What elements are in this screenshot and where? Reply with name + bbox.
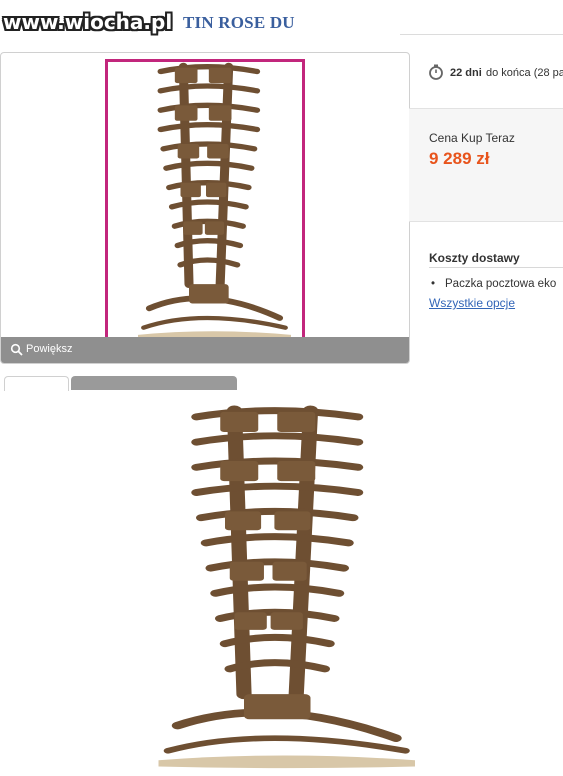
magnifier-icon (10, 343, 23, 356)
shipping-title: Koszty dostawy (429, 251, 520, 265)
end-date-text: do końca (28 pa (486, 67, 563, 79)
stopwatch-icon (429, 64, 443, 80)
price-box: Cena Kup Teraz 9 289 zł (409, 108, 563, 222)
image-gallery[interactable]: Powiększ (0, 52, 410, 364)
shipping-option-label: Paczka pocztowa eko (445, 278, 557, 290)
price-label: Cena Kup Teraz (429, 131, 515, 145)
shipping-option: • Paczka pocztowa eko (431, 278, 556, 290)
zoom-bar[interactable]: Powiększ (1, 337, 409, 363)
shipping-divider (429, 267, 563, 268)
bullet: • (431, 278, 436, 290)
zoom-selection-frame[interactable] (105, 59, 305, 358)
product-title-text: TIN ROSE DU (183, 13, 295, 32)
product-image-large (158, 405, 415, 769)
zoom-label[interactable]: Powiększ (26, 343, 72, 355)
tab-gallery-2[interactable] (71, 376, 237, 390)
all-shipping-options-link[interactable]: Wszystkie opcje (429, 296, 515, 310)
tab-gallery-1[interactable] (4, 376, 69, 391)
price-value: 9 289 zł (429, 149, 490, 168)
title-divider (400, 34, 563, 35)
watermark: www.wiocha.pl (3, 10, 173, 34)
days-left: 22 dni (450, 67, 482, 79)
